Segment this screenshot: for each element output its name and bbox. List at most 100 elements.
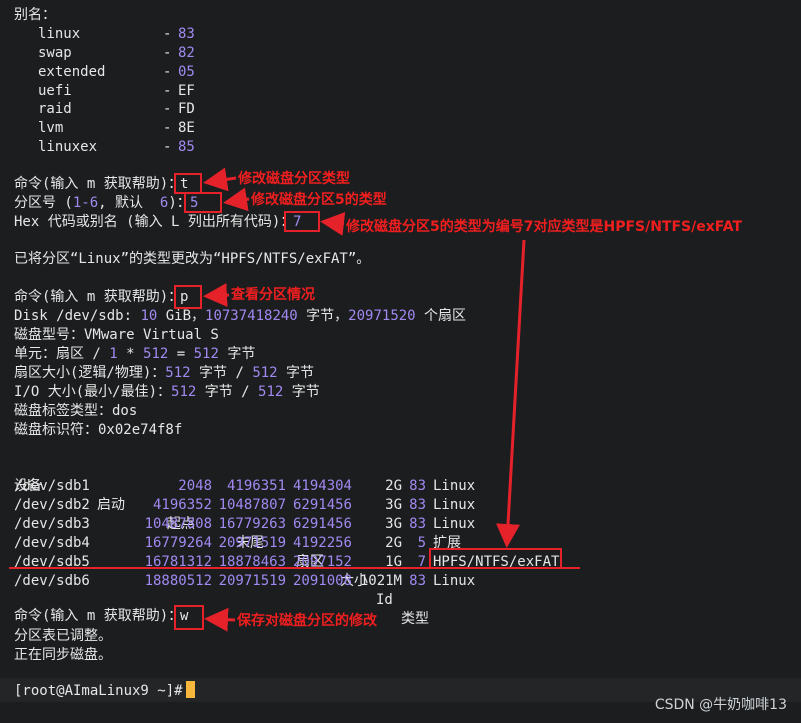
alias-code: 83: [178, 26, 195, 42]
disk-unit: GiB，: [157, 308, 206, 324]
syncing-line: 正在同步磁盘。: [14, 647, 112, 663]
annotation-save-changes: 保存对磁盘分区的修改: [237, 613, 377, 629]
cell-id: 5: [417, 534, 426, 551]
cell-sectors: 4194304: [292, 478, 352, 494]
cell-device: /dev/sdb4: [14, 534, 90, 551]
underline-sdb5: [9, 567, 580, 569]
shell-prompt[interactable]: [root@AImaLinux9 ~]#: [14, 681, 195, 700]
alias-name: linux: [38, 26, 81, 42]
partno-prefix: 分区号 (: [14, 195, 73, 211]
alias-dash: -: [163, 83, 172, 99]
command-line-w: 命令(输入 m 获取帮助)： w: [14, 607, 188, 626]
cell-end: 20971519: [218, 534, 286, 551]
io-size-line: I/O 大小(最小/最佳)：512 字节 / 512 字节: [14, 383, 320, 402]
partno-mid: , 默认: [98, 195, 160, 211]
alias-code: 8E: [178, 120, 195, 136]
annotation-type-7: 修改磁盘分区5的类型为编号7对应类型是HPFS/NTFS/exFAT: [346, 219, 743, 235]
io-size-n2: 512: [258, 384, 284, 400]
disk-info-line: Disk /dev/sdb: 10 GiB，10737418240 字节，209…: [14, 307, 466, 326]
command-line-t: 命令(输入 m 获取帮助)： t: [14, 175, 188, 194]
highlight-box-p: [174, 285, 202, 309]
partition-number-prompt: 分区号 (1-6, 默认 6)： 5: [14, 194, 198, 213]
annotation-modify-type: 修改磁盘分区类型: [238, 171, 350, 187]
sector-size-label: 扇区大小(逻辑/物理)：: [14, 365, 166, 381]
highlight-box-sdb5-type: [429, 548, 562, 569]
alias-code: 82: [178, 45, 195, 61]
type-changed-message: 已将分区“Linux”的类型更改为“HPFS/NTFS/exFAT”。: [14, 251, 371, 267]
watermark: CSDN @牛奶咖啡13: [654, 697, 787, 713]
cell-type: Linux: [433, 572, 476, 589]
cell-start: 10487808: [144, 515, 212, 532]
unit-times: *: [117, 346, 144, 362]
highlight-box-hex: [284, 211, 320, 232]
command-prompt: 命令(输入 m 获取帮助)：: [14, 289, 183, 305]
cell-sectors: 4192256: [292, 534, 352, 551]
highlight-box-partno: [184, 192, 222, 213]
cell-size: 1021M: [359, 572, 402, 589]
shell-prompt-text: [root@AImaLinux9 ~]#: [14, 683, 183, 699]
unit-equals: =: [168, 346, 194, 362]
cell-sectors: 2091008: [292, 572, 352, 589]
cell-start: 4196352: [152, 496, 212, 513]
cell-start: 16779264: [144, 534, 212, 551]
cell-end: 10487807: [218, 496, 286, 513]
alias-dash: -: [163, 64, 172, 80]
io-size-n1: 512: [171, 384, 197, 400]
header-type: 类型: [401, 611, 429, 627]
unit-n2: 512: [193, 346, 219, 362]
unit-bytes: 字节: [218, 346, 256, 362]
arrow-to-w: [204, 607, 236, 632]
arrow-to-partno: [223, 187, 250, 212]
io-size-label: I/O 大小(最小/最佳)：: [14, 384, 172, 400]
text-cursor: [185, 681, 195, 698]
io-size-unit: 字节: [283, 384, 320, 400]
command-prompt: 命令(输入 m 获取帮助)：: [14, 176, 183, 192]
table-row: /dev/sdb2 4196352 10487807 6291456 3G 83 Linux: [0, 496, 801, 515]
alias-header: 别名：: [14, 7, 56, 23]
cell-end: 20971519: [218, 572, 286, 589]
cell-id: 83: [409, 572, 426, 589]
alias-dash: -: [163, 120, 172, 136]
cell-start: 2048: [178, 478, 212, 494]
cell-end: 16779263: [218, 515, 286, 532]
highlight-box-t: [174, 173, 202, 194]
disk-sectors-unit: 个扇区: [415, 308, 467, 324]
cell-type: Linux: [433, 496, 476, 513]
table-adjusted-line: 分区表已调整。: [14, 628, 112, 644]
identifier-line: 磁盘标识符：0x02e74f8f: [14, 422, 183, 438]
alias-name: extended: [38, 64, 106, 80]
hex-prompt: Hex 代码或别名 (输入 L 列出所有代码)：: [14, 214, 295, 230]
alias-code: FD: [178, 101, 195, 117]
alias-name: swap: [38, 45, 72, 61]
table-row: /dev/sdb1 2048 4196351 4194304 2G 83 Linux: [0, 477, 801, 496]
disk-bytes: 10737418240: [205, 308, 298, 324]
annotation-modify-partition5: 修改磁盘分区5的类型: [251, 192, 387, 208]
table-row: /dev/sdb3 10487808 16779263 6291456 3G 83 Linu…: [0, 515, 801, 534]
alias-code: 05: [178, 64, 195, 80]
cell-device: /dev/sdb1: [14, 478, 90, 494]
table-row: /dev/sdb6 18880512 20971519 2091008 1021M 83 L…: [0, 572, 801, 591]
alias-name: linuxex: [38, 139, 98, 155]
table-row: /dev/sdb4 16779264 20971519 4192256 2G 5 扩展: [0, 534, 801, 553]
cell-size: 2G: [385, 478, 402, 494]
cell-size: 3G: [385, 515, 402, 532]
highlight-box-w: [174, 605, 204, 630]
cell-device: /dev/sdb2: [14, 496, 90, 513]
cell-device: /dev/sdb3: [14, 515, 90, 532]
cell-id: 83: [409, 496, 426, 513]
alias-name: uefi: [38, 83, 72, 99]
alias-code: 85: [178, 139, 195, 155]
disk-size: 10: [140, 308, 158, 324]
header-id: Id: [376, 592, 393, 608]
cell-size: 2G: [385, 534, 402, 551]
arrow-to-hex: [320, 212, 346, 236]
alias-code: EF: [178, 83, 195, 99]
cell-id: 83: [409, 478, 426, 494]
sector-size-mid: 字节 /: [190, 365, 253, 381]
cell-type: Linux: [433, 478, 476, 494]
annotation-view-partitions: 查看分区情况: [231, 287, 315, 303]
hex-code-prompt: Hex 代码或别名 (输入 L 列出所有代码)： 7: [14, 213, 301, 232]
alias-name: raid: [38, 101, 72, 117]
unit-one: 1: [109, 346, 118, 362]
arrow-to-p: [203, 283, 230, 308]
